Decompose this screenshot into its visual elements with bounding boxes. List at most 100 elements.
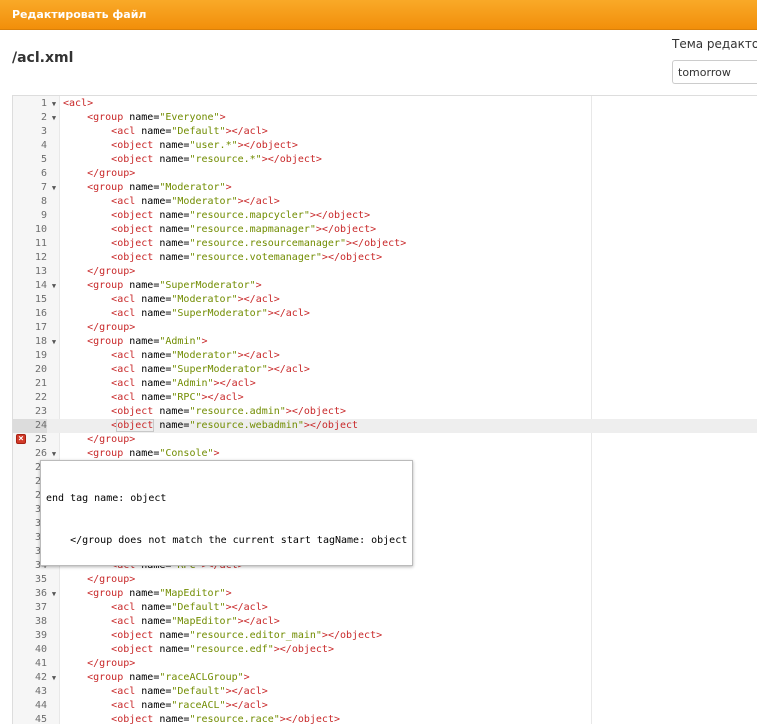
code-text: <object name="resource.race"></object> (111, 714, 340, 724)
code-line[interactable]: 7 ▼ <group name="Moderator"> (13, 181, 757, 195)
line-number: 36 (34, 588, 47, 599)
code-line[interactable]: 37 <acl name="Default"></acl> (13, 601, 757, 615)
code-line[interactable]: 22 <acl name="RPC"></acl> (13, 391, 757, 405)
code-line[interactable]: 17 </group> (13, 321, 757, 335)
code-line[interactable]: 6 </group> (13, 167, 757, 181)
error-tooltip: end tag name: object </group does not ma… (40, 460, 414, 566)
code-text: <acl name="RPC"></acl> (111, 392, 244, 403)
line-number: 43 (34, 686, 47, 697)
line-number: 15 (34, 294, 47, 305)
code-line[interactable]: 23 <object name="resource.admin"></objec… (13, 405, 757, 419)
line-number: 8 (40, 196, 47, 207)
code-text: <acl name="Default"></acl> (111, 126, 268, 137)
code-line[interactable]: 40 <object name="resource.edf"></object> (13, 643, 757, 657)
fold-toggle-icon[interactable]: ▼ (49, 181, 59, 195)
code-text: <group name="Admin"> (87, 336, 208, 347)
code-line[interactable]: 12 <object name="resource.votemanager"><… (13, 251, 757, 265)
line-number: 26 (34, 448, 47, 459)
code-line[interactable]: 36 ▼ <group name="MapEditor"> (13, 587, 757, 601)
code-line[interactable]: 20 <acl name="SuperModerator"></acl> (13, 363, 757, 377)
code-text: </group> (87, 434, 136, 445)
code-line[interactable]: 42 ▼ <group name="raceACLGroup"> (13, 671, 757, 685)
line-number: 35 (34, 574, 47, 585)
fold-toggle-icon[interactable]: ▼ (49, 111, 59, 125)
code-line[interactable]: 18 ▼ <group name="Admin"> (13, 335, 757, 349)
line-number: 20 (34, 364, 47, 375)
code-text: <object name="resource.*"></object> (111, 154, 322, 165)
line-number: 10 (34, 224, 47, 235)
code-text: <acl name="raceACL"></acl> (111, 700, 268, 711)
line-number: 2 (40, 112, 47, 123)
code-line[interactable]: 43 <acl name="Default"></acl> (13, 685, 757, 699)
code-text: <group name="raceACLGroup"> (87, 672, 250, 683)
line-number: 17 (34, 322, 47, 333)
code-text: <acl name="MapEditor"></acl> (111, 616, 280, 627)
code-line[interactable]: 38 <acl name="MapEditor"></acl> (13, 615, 757, 629)
fold-toggle-icon[interactable]: ▼ (49, 279, 59, 293)
code-text: <acl name="Default"></acl> (111, 686, 268, 697)
theme-select-value: tomorrow (678, 66, 731, 79)
code-text: <acl name="Default"></acl> (111, 602, 268, 613)
code-text: <object name="resource.admin"></object> (111, 406, 347, 417)
fold-toggle-icon[interactable]: ▼ (49, 335, 59, 349)
line-number: 11 (34, 238, 47, 249)
code-line[interactable]: 9 <object name="resource.mapcycler"></ob… (13, 209, 757, 223)
line-number: 5 (40, 154, 47, 165)
code-text: <object name="resource.resourcemanager">… (111, 238, 407, 249)
code-line[interactable]: 24 <object name="resource.webadmin"></ob… (13, 419, 757, 433)
code-line[interactable]: 1 ▼ <acl> (13, 97, 757, 111)
code-text: <acl name="Moderator"></acl> (111, 196, 280, 207)
code-line[interactable]: 25 × </group> (13, 433, 757, 447)
code-text: <group name="Everyone"> (87, 112, 226, 123)
code-text: <object name="resource.votemanager"></ob… (111, 252, 383, 263)
code-line[interactable]: 35 </group> (13, 573, 757, 587)
code-line[interactable]: 13 </group> (13, 265, 757, 279)
fold-toggle-icon[interactable]: ▼ (49, 97, 59, 111)
line-number: 14 (34, 280, 47, 291)
line-number: 4 (40, 140, 47, 151)
theme-label: Тема редактора (672, 37, 757, 51)
code-text: <group name="Console"> (87, 448, 220, 459)
code-line[interactable]: 3 <acl name="Default"></acl> (13, 125, 757, 139)
error-marker-icon[interactable]: × (16, 434, 26, 444)
fold-toggle-icon[interactable]: ▼ (49, 447, 59, 461)
code-line[interactable]: 19 <acl name="Moderator"></acl> (13, 349, 757, 363)
code-line[interactable]: 4 <object name="user.*"></object> (13, 139, 757, 153)
code-text: <object name="resource.webadmin"></objec… (111, 419, 359, 432)
line-number: 7 (40, 182, 47, 193)
code-text: <object name="resource.mapmanager"></obj… (111, 224, 377, 235)
code-line[interactable]: 5 <object name="resource.*"></object> (13, 153, 757, 167)
code-line[interactable]: 44 <acl name="raceACL"></acl> (13, 699, 757, 713)
line-number: 37 (34, 602, 47, 613)
theme-select[interactable]: tomorrow (672, 60, 757, 84)
code-text: <object name="resource.edf"></object> (111, 644, 334, 655)
code-line[interactable]: 11 <object name="resource.resourcemanage… (13, 237, 757, 251)
line-number: 23 (34, 406, 47, 417)
line-number: 21 (34, 378, 47, 389)
code-text: </group> (87, 322, 136, 333)
code-text: <object name="resource.mapcycler"></obje… (111, 210, 371, 221)
line-number: 39 (34, 630, 47, 641)
code-line[interactable]: 14 ▼ <group name="SuperModerator"> (13, 279, 757, 293)
code-line[interactable]: 21 <acl name="Admin"></acl> (13, 377, 757, 391)
editor-lines[interactable]: 1 ▼ <acl> 2 ▼ <group name="Everyone"> 3 <acl … (13, 97, 757, 724)
code-line[interactable]: 26 ▼ <group name="Console"> (13, 447, 757, 461)
fold-toggle-icon[interactable]: ▼ (49, 671, 59, 685)
line-number: 40 (34, 644, 47, 655)
line-number: 38 (34, 616, 47, 627)
file-path: /acl.xml (12, 50, 74, 66)
code-line[interactable]: 2 ▼ <group name="Everyone"> (13, 111, 757, 125)
window-title: Редактировать файл (12, 8, 147, 21)
fold-toggle-icon[interactable]: ▼ (49, 587, 59, 601)
code-editor[interactable]: 1 ▼ <acl> 2 ▼ <group name="Everyone"> 3 <acl … (12, 95, 757, 724)
code-line[interactable]: 39 <object name="resource.editor_main"><… (13, 629, 757, 643)
code-line[interactable]: 41 </group> (13, 657, 757, 671)
code-text: <acl name="SuperModerator"></acl> (111, 364, 310, 375)
code-line[interactable]: 15 <acl name="Moderator"></acl> (13, 293, 757, 307)
window-titlebar: Редактировать файл (0, 0, 757, 30)
code-line[interactable]: 10 <object name="resource.mapmanager"></… (13, 223, 757, 237)
code-line[interactable]: 16 <acl name="SuperModerator"></acl> (13, 307, 757, 321)
code-line[interactable]: 8 <acl name="Moderator"></acl> (13, 195, 757, 209)
code-line[interactable]: 45 <object name="resource.race"></object… (13, 713, 757, 724)
code-text: <object name="user.*"></object> (111, 140, 298, 151)
